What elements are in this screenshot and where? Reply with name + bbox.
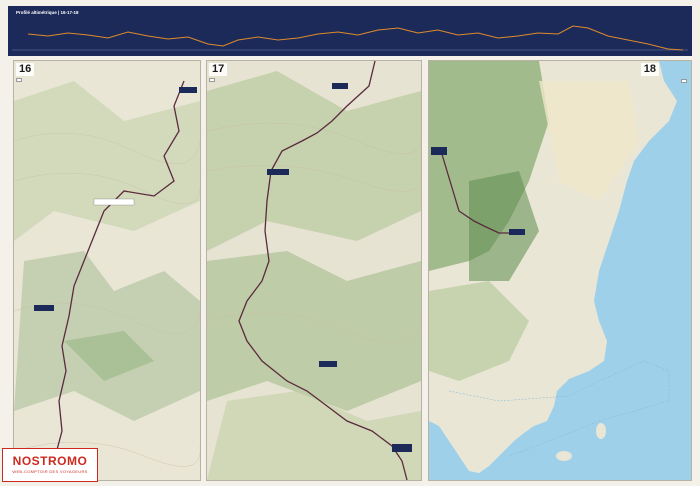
logo-tagline: WEB-COMPTOIR DES VOYAGEURS bbox=[12, 469, 88, 474]
map-panel-18[interactable]: 18 bbox=[428, 60, 692, 481]
map-legend-18 bbox=[681, 79, 687, 83]
logo-name: NOSTROMO bbox=[12, 454, 88, 468]
profile-title: Profilé altimétrique | 16-17-18 bbox=[16, 10, 79, 15]
elevation-profile-line bbox=[27, 25, 684, 51]
topographic-map-16 bbox=[14, 61, 200, 480]
topographic-map-17 bbox=[207, 61, 421, 480]
elevation-profile-header: Profilé altimétrique | 16-17-18 bbox=[8, 6, 692, 56]
map-number-17: 17 bbox=[209, 63, 228, 76]
elevation-profile-chart bbox=[12, 25, 688, 51]
map-panel-17[interactable]: 17 bbox=[206, 60, 422, 481]
map-number-18: 18 bbox=[640, 63, 659, 76]
map-panel-16[interactable]: 16 bbox=[13, 60, 201, 481]
map-legend-16 bbox=[16, 78, 22, 82]
map-legend-17 bbox=[209, 78, 215, 82]
nostromo-logo[interactable]: NOSTROMO WEB-COMPTOIR DES VOYAGEURS bbox=[2, 448, 98, 482]
topographic-map-18 bbox=[429, 61, 691, 480]
map-number-16: 16 bbox=[16, 63, 35, 76]
